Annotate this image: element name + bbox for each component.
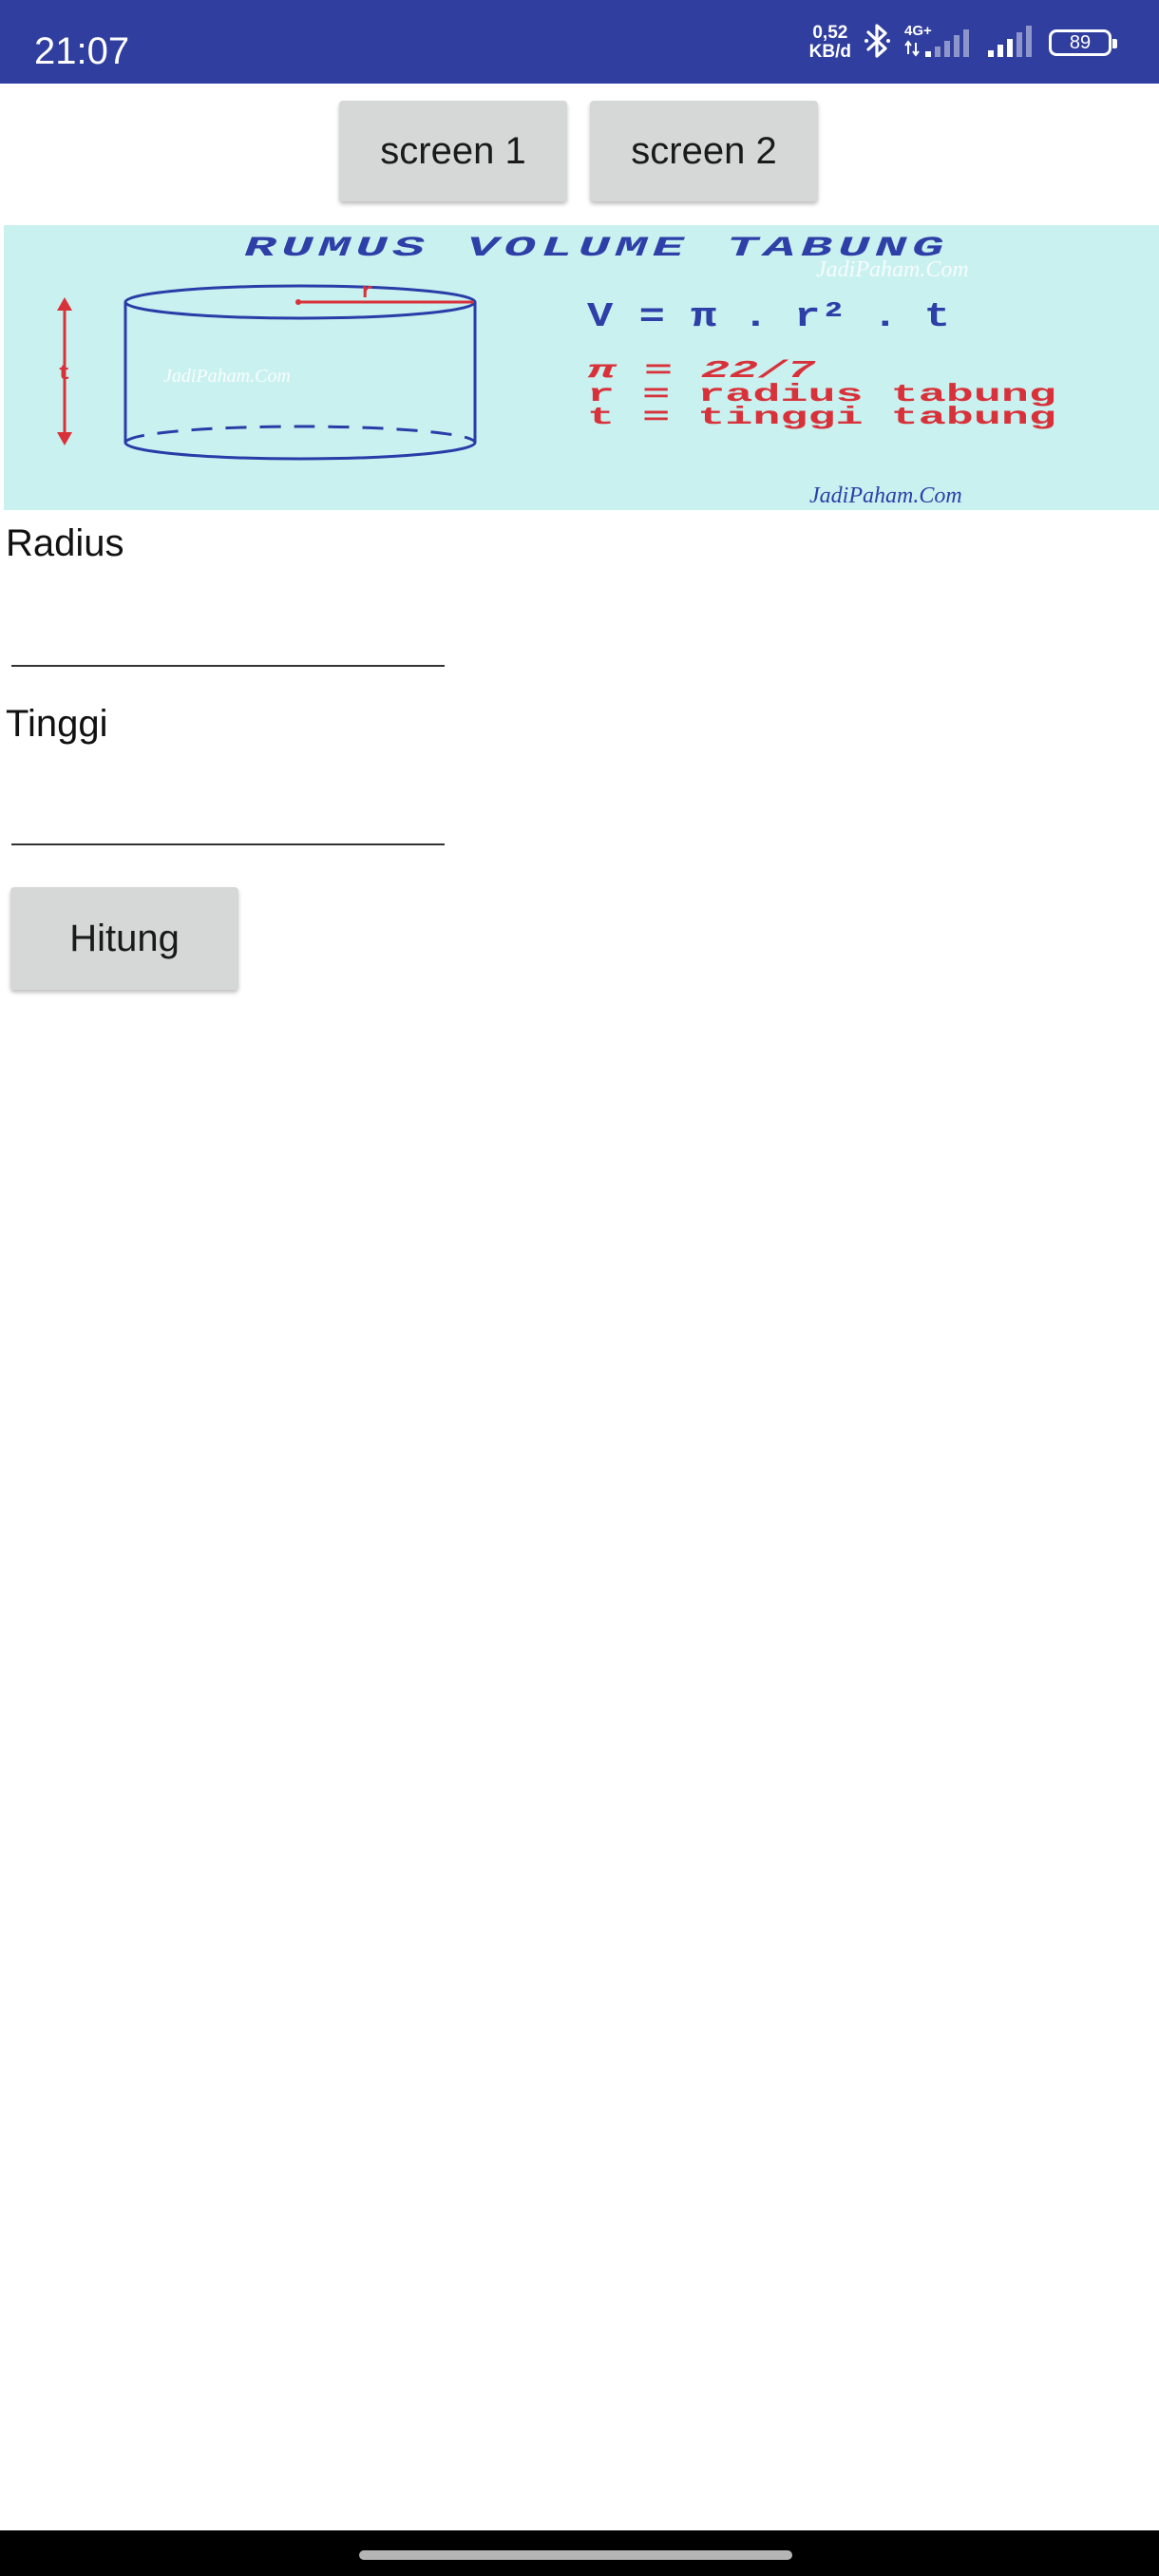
radius-input[interactable] [11, 614, 445, 667]
app-screen: 21:07 0,52 KB/d 4G+ 89 screen 1 screen 2… [0, 0, 1159, 2576]
watermark-text: JadiPaham.Com [809, 483, 962, 508]
battery-icon: 89 [1049, 29, 1117, 56]
navigation-bar [0, 2530, 1159, 2576]
height-symbol: t [58, 362, 70, 386]
screen-2-button[interactable]: screen 2 [590, 101, 818, 201]
status-bar: 21:07 0,52 KB/d 4G+ 89 [0, 0, 1159, 84]
status-time: 21:07 [34, 30, 130, 72]
hitung-button[interactable]: Hitung [10, 887, 238, 990]
network-type-label: 4G+ [904, 23, 932, 39]
tinggi-input[interactable] [11, 792, 445, 845]
cylinder-formula-image: RUMUS VOLUME TABUNG JadiPaham.Com JadiPa… [4, 225, 1159, 510]
network-speed-value: 0,52 [812, 23, 848, 43]
screen-1-button[interactable]: screen 1 [339, 101, 567, 201]
height-arrow-icon: t [57, 297, 72, 445]
battery-level: 89 [1069, 32, 1092, 53]
radius-label: Radius [6, 522, 124, 564]
radius-symbol: r [361, 280, 373, 304]
definition-height: t = tinggi tabung [587, 403, 1056, 431]
watermark-text: JadiPaham.Com [163, 366, 291, 387]
home-indicator[interactable] [359, 2550, 792, 2560]
network-speed-unit: KB/d [808, 42, 851, 62]
network-speed: 0,52 KB/d [809, 24, 851, 62]
volume-formula: V = π . r² . t [587, 297, 950, 336]
status-icons: 0,52 KB/d 4G+ 89 [809, 21, 1117, 65]
bluetooth-icon [863, 22, 891, 65]
watermark-text: JadiPaham.Com [816, 257, 969, 282]
signal-icon [986, 22, 1037, 65]
tinggi-label: Tinggi [6, 703, 108, 745]
mobile-signal-icon: 4G+ [902, 22, 975, 65]
